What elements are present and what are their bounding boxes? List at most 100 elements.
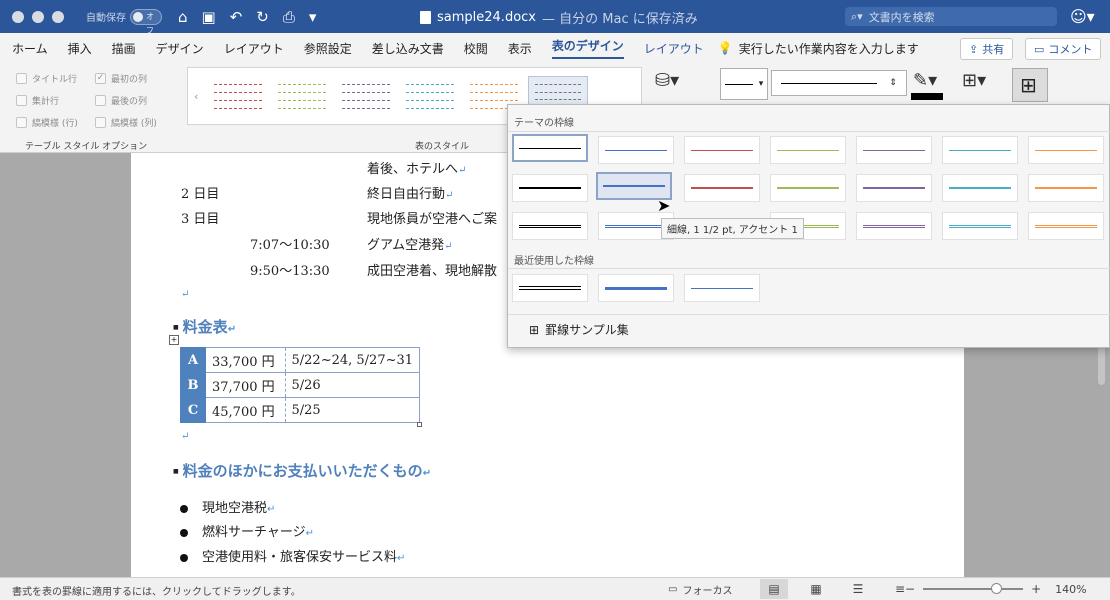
tab-table-design[interactable]: 表のデザイン: [551, 37, 624, 59]
total-row-option[interactable]: 集計行: [16, 94, 59, 107]
border-style-item[interactable]: [856, 174, 932, 202]
table-style-item[interactable]: [336, 76, 396, 116]
zoom-window-button[interactable]: [52, 10, 64, 23]
banded-columns-checkbox[interactable]: [95, 117, 106, 128]
home-icon[interactable]: ⌂: [178, 8, 188, 26]
pen-weight-dropdown[interactable]: ⇕: [771, 70, 907, 96]
table-style-item[interactable]: [208, 76, 268, 116]
search-input[interactable]: ⌕▾ 文書内を検索: [845, 7, 1057, 26]
comment-icon: ▭: [1034, 42, 1045, 56]
tab-references[interactable]: 参照設定: [304, 40, 352, 57]
pen-color-icon[interactable]: ✎▾: [913, 70, 937, 91]
banded-columns-option[interactable]: 縞模様 (列): [95, 116, 157, 129]
border-painter-button[interactable]: ⊞: [1012, 68, 1048, 102]
border-style-item[interactable]: [856, 136, 932, 164]
zoom-slider[interactable]: [923, 583, 1024, 594]
zoom-out-icon[interactable]: −: [905, 582, 915, 596]
row-label[interactable]: C: [180, 397, 206, 423]
print-layout-view-icon[interactable]: ▤: [760, 579, 788, 599]
border-style-item[interactable]: [942, 136, 1018, 164]
pen-style-dropdown[interactable]: ▾: [720, 68, 768, 100]
tab-review[interactable]: 校閲: [464, 40, 488, 57]
search-icon: ⌕▾: [851, 9, 863, 23]
first-column-option[interactable]: ✓ 最初の列: [95, 72, 147, 85]
shading-bucket-icon[interactable]: ⛁▾: [655, 70, 679, 91]
last-column-option[interactable]: 最後の列: [95, 94, 147, 107]
border-style-item[interactable]: [512, 212, 588, 240]
close-window-button[interactable]: [12, 10, 24, 23]
itinerary-text: グアム空港発↵: [367, 238, 453, 253]
border-style-item[interactable]: [512, 134, 588, 162]
border-style-item[interactable]: [1028, 174, 1104, 202]
tab-home[interactable]: ホーム: [12, 40, 48, 57]
border-style-item[interactable]: [942, 174, 1018, 202]
dates-cell[interactable]: 5/25: [285, 397, 421, 423]
focus-mode-button[interactable]: ▭ フォーカス: [668, 582, 732, 597]
tab-view[interactable]: 表示: [508, 40, 532, 57]
price-cell[interactable]: 45,700 円: [206, 397, 286, 423]
tab-insert[interactable]: 挿入: [68, 40, 92, 57]
header-row-option[interactable]: タイトル行: [16, 72, 77, 85]
customize-toolbar-icon[interactable]: ▾: [309, 8, 317, 26]
border-style-item[interactable]: [1028, 212, 1104, 240]
tab-design[interactable]: デザイン: [156, 40, 204, 57]
border-style-item[interactable]: [770, 136, 846, 164]
table-move-handle[interactable]: +: [169, 335, 179, 345]
table-style-item[interactable]: [400, 76, 460, 116]
recent-border-item[interactable]: [684, 274, 760, 302]
fare-table[interactable]: A 33,700 円 5/22~24, 5/27~31 B 37,700 円 5…: [180, 347, 421, 423]
tab-mailings[interactable]: 差し込み文書: [372, 40, 444, 57]
tab-draw[interactable]: 描画: [112, 40, 136, 57]
border-style-item[interactable]: [512, 174, 588, 202]
table-style-item[interactable]: [272, 76, 332, 116]
header-row-checkbox[interactable]: [16, 73, 27, 84]
tell-me-box[interactable]: 💡 実行したい作業内容を入力します: [718, 40, 919, 57]
banded-rows-checkbox[interactable]: [16, 117, 27, 128]
autosave-toggle[interactable]: オフ: [130, 8, 162, 35]
share-button[interactable]: ⇪ 共有: [960, 38, 1014, 60]
save-icon[interactable]: ▣: [202, 8, 216, 26]
last-column-checkbox[interactable]: [95, 95, 106, 106]
feedback-smiley-icon[interactable]: ☺▾: [1070, 7, 1095, 26]
first-column-checkbox[interactable]: ✓: [95, 73, 106, 84]
row-label[interactable]: A: [180, 347, 206, 373]
recent-border-item[interactable]: [598, 274, 674, 302]
border-style-item[interactable]: [684, 136, 760, 164]
comment-label: コメント: [1048, 43, 1093, 56]
dates-cell[interactable]: 5/26: [285, 372, 421, 398]
table-resize-handle[interactable]: [417, 422, 422, 427]
tab-layout[interactable]: レイアウト: [224, 40, 284, 57]
zoom-slider-knob[interactable]: [991, 583, 1003, 594]
border-styles-popup: テーマの枠線 最近使用した枠線: [507, 104, 1110, 348]
banded-rows-option[interactable]: 縞模様 (行): [16, 116, 78, 129]
border-style-item[interactable]: [856, 212, 932, 240]
redo-icon[interactable]: ↻: [256, 8, 269, 26]
border-style-item[interactable]: [942, 212, 1018, 240]
border-style-item[interactable]: [684, 174, 760, 202]
price-cell[interactable]: 33,700 円: [206, 347, 286, 373]
minimize-window-button[interactable]: [32, 10, 44, 23]
row-label[interactable]: B: [180, 372, 206, 398]
dates-cell[interactable]: 5/22~24, 5/27~31: [285, 347, 421, 373]
header-row-label: タイトル行: [32, 75, 78, 85]
zoom-level[interactable]: 140%: [1055, 583, 1086, 596]
price-cell[interactable]: 37,700 円: [206, 372, 286, 398]
itinerary-text: 着後、ホテルへ↵: [367, 162, 467, 177]
comment-button[interactable]: ▭ コメント: [1025, 38, 1102, 60]
zoom-in-icon[interactable]: +: [1031, 582, 1041, 596]
outline-view-icon[interactable]: ☰: [844, 579, 872, 599]
total-row-checkbox[interactable]: [16, 95, 27, 106]
border-samples-link[interactable]: ⊞ 罫線サンプル集: [529, 321, 629, 338]
border-style-item[interactable]: [1028, 136, 1104, 164]
undo-icon[interactable]: ↶: [230, 8, 243, 26]
recent-borders-header: 最近使用した枠線: [514, 256, 594, 267]
table-styles-label: 表のスタイル: [415, 142, 470, 152]
web-layout-view-icon[interactable]: ▦: [802, 579, 830, 599]
border-style-item[interactable]: [770, 174, 846, 202]
print-icon[interactable]: ⎙: [283, 8, 295, 26]
gallery-left-arrow-icon[interactable]: ‹: [194, 90, 198, 103]
recent-border-item[interactable]: [512, 274, 588, 302]
border-style-item[interactable]: [598, 136, 674, 164]
borders-icon[interactable]: ⊞▾: [962, 70, 986, 91]
tab-table-layout[interactable]: レイアウト: [644, 40, 704, 57]
